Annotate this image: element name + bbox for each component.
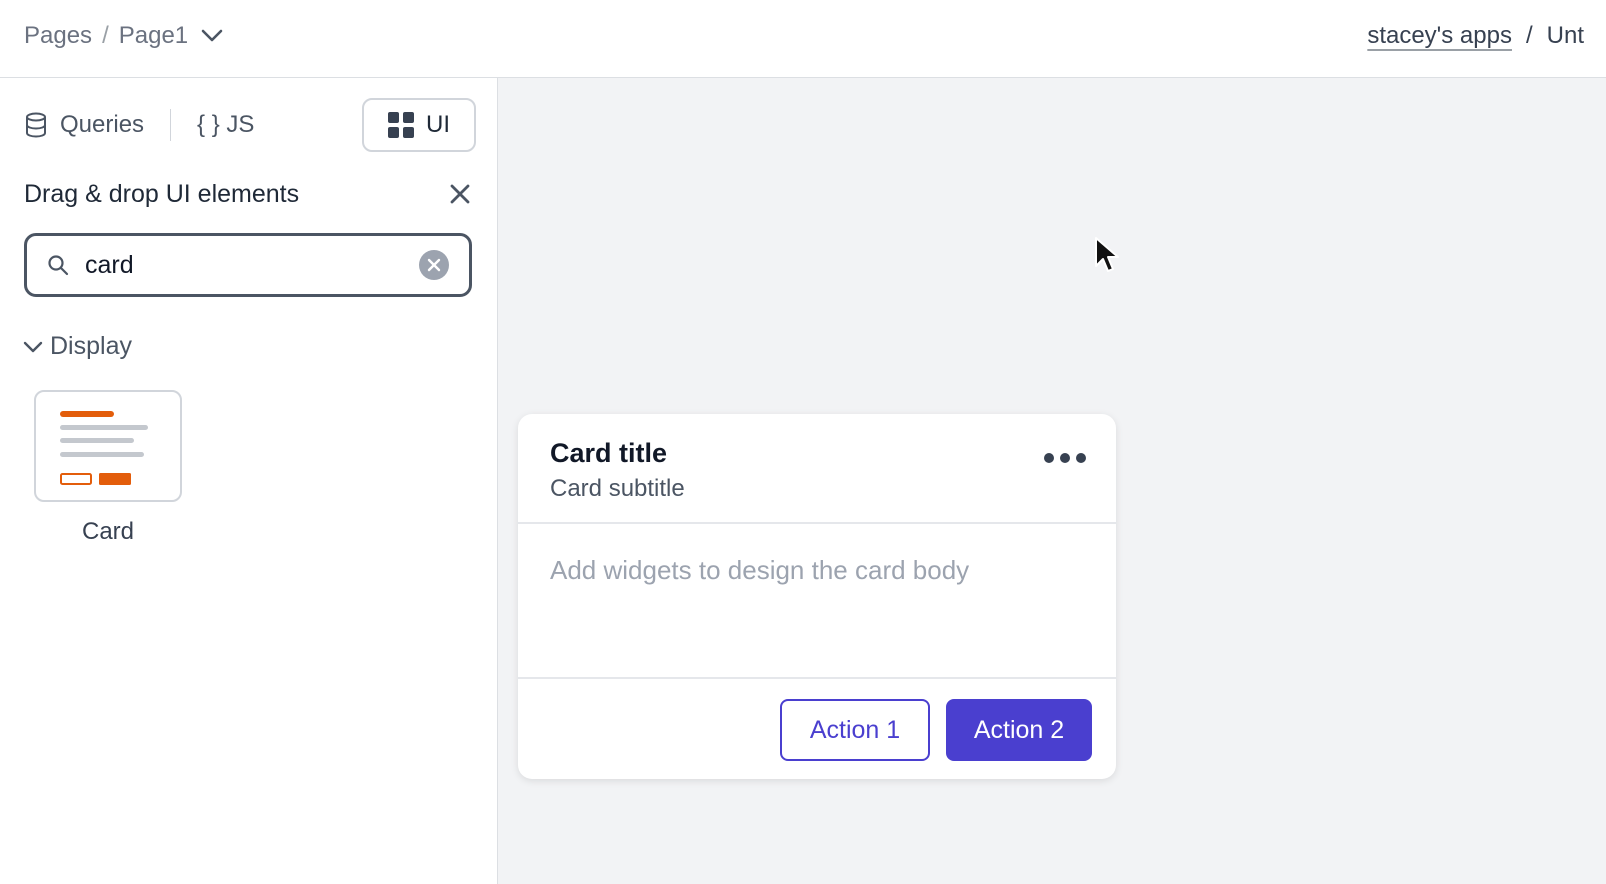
card-widget-tile[interactable] xyxy=(34,390,182,502)
tab-ui-label: UI xyxy=(426,111,450,138)
card-widget-label: Card xyxy=(81,518,135,545)
search-input[interactable] xyxy=(85,250,419,280)
app-breadcrumb: stacey's apps / Unt xyxy=(1367,22,1584,50)
sidebar: Queries { } JS UI Drag & drop UI element… xyxy=(0,78,498,884)
chevron-down-icon xyxy=(23,341,43,352)
sidebar-tabs: Queries { } JS UI xyxy=(24,98,476,152)
search-icon xyxy=(48,255,69,276)
action-2-button[interactable]: Action 2 xyxy=(946,699,1092,761)
section-display-label: Display xyxy=(50,332,132,360)
canvas[interactable]: Card title Card subtitle Add widgets to … xyxy=(498,78,1606,884)
panel-title: Drag & drop UI elements xyxy=(24,180,300,208)
workspace-link[interactable]: stacey's apps xyxy=(1367,22,1512,50)
action-1-button[interactable]: Action 1 xyxy=(780,699,930,761)
top-bar: Pages / Page1 stacey's apps / Unt xyxy=(0,0,1606,78)
close-icon[interactable] xyxy=(448,182,472,206)
tab-js[interactable]: { } JS xyxy=(197,98,254,152)
card-title: Card title xyxy=(550,438,668,468)
tab-divider xyxy=(170,109,172,141)
app-name[interactable]: Unt xyxy=(1547,22,1584,50)
card-header: Card title Card subtitle xyxy=(518,414,1116,524)
breadcrumb-separator: / xyxy=(102,22,109,49)
card-body-placeholder: Add widgets to design the card body xyxy=(550,555,970,585)
tab-queries[interactable]: Queries xyxy=(24,98,144,152)
chevron-down-icon[interactable] xyxy=(200,28,224,44)
more-options-icon[interactable] xyxy=(1044,448,1086,468)
search-box xyxy=(24,233,472,297)
tab-js-label: { } JS xyxy=(197,111,255,138)
breadcrumb-current-page[interactable]: Page1 xyxy=(119,22,188,50)
breadcrumb-pages[interactable]: Pages xyxy=(24,22,92,50)
clear-search-icon[interactable] xyxy=(419,250,449,280)
card-widget[interactable]: Card title Card subtitle Add widgets to … xyxy=(518,414,1116,779)
card-subtitle: Card subtitle xyxy=(550,475,685,502)
section-display-toggle[interactable]: Display xyxy=(22,332,132,361)
card-widget-icon xyxy=(60,411,148,485)
tab-ui[interactable]: UI xyxy=(362,98,476,152)
app-breadcrumb-separator: / xyxy=(1525,22,1533,49)
card-footer: Action 1 Action 2 xyxy=(518,677,1116,779)
grid-icon xyxy=(388,112,414,138)
database-icon xyxy=(26,112,46,138)
breadcrumb: Pages / Page1 xyxy=(24,22,224,50)
tab-queries-label: Queries xyxy=(60,111,145,138)
mouse-cursor-icon xyxy=(1095,237,1119,272)
